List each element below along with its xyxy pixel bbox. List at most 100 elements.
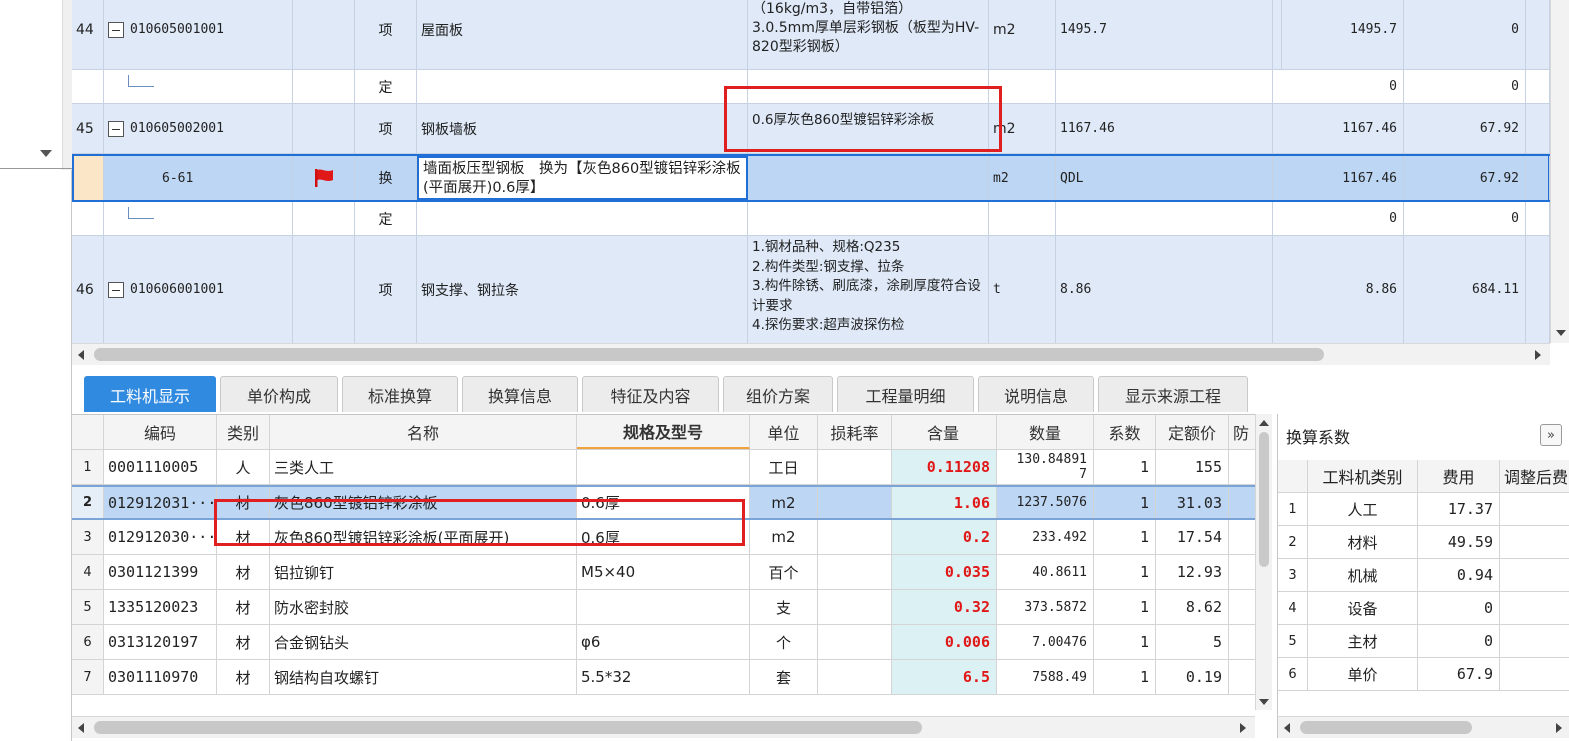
scroll-left-icon[interactable]: [78, 723, 84, 733]
resource-unit[interactable]: m2: [750, 520, 818, 554]
resource-unit[interactable]: 套: [750, 660, 818, 694]
header-category[interactable]: 类别: [217, 415, 270, 449]
resource-category[interactable]: 材: [217, 625, 270, 659]
resource-quota-price[interactable]: 5: [1156, 625, 1229, 659]
resource-content[interactable]: 0.2: [892, 520, 997, 554]
resource-name[interactable]: 三类人工: [270, 450, 577, 484]
resource-content[interactable]: 0.035: [892, 555, 997, 589]
top-grid-vertical-scrollbar[interactable]: [1550, 0, 1569, 343]
tab-labor-material-machine[interactable]: 工料机显示: [84, 376, 216, 412]
resource-quantity[interactable]: 40.8611: [997, 555, 1094, 589]
resource-quantity[interactable]: 233.492: [997, 520, 1094, 554]
table-row[interactable]: 5 主材 0: [1278, 625, 1569, 658]
item-name[interactable]: [417, 202, 748, 235]
resource-loss-rate[interactable]: [818, 625, 892, 659]
chevron-down-icon[interactable]: [40, 150, 52, 157]
table-row[interactable]: 2材料49.594: [1278, 526, 1569, 559]
scroll-left-icon[interactable]: [1284, 723, 1290, 733]
table-row[interactable]: 6 0313120197 材合金钢钻头 φ6 个 0.006 7.00476 1 5: [72, 625, 1255, 660]
resource-category[interactable]: 材: [217, 590, 270, 624]
table-row[interactable]: 定 0 0: [72, 202, 1550, 236]
tab-features-content[interactable]: 特征及内容: [582, 376, 719, 412]
left-panel-scroll-edge[interactable]: [62, 0, 72, 170]
resource-code[interactable]: 0301121399: [104, 555, 217, 589]
resource-category[interactable]: 材: [217, 555, 270, 589]
resource-quantity[interactable]: 373.5872: [997, 590, 1094, 624]
scroll-right-icon[interactable]: [1556, 723, 1562, 733]
resource-unit[interactable]: m2: [750, 487, 818, 518]
scroll-down-icon[interactable]: [1259, 699, 1269, 705]
header-quota-price[interactable]: 定额价: [1156, 415, 1229, 449]
adjusted-fee-value[interactable]: 1: [1500, 493, 1569, 525]
resource-code[interactable]: 0313120197: [104, 625, 217, 659]
resource-category[interactable]: 人工: [1308, 493, 1418, 525]
header-fee[interactable]: 费用: [1418, 460, 1500, 492]
resource-code[interactable]: 012912031···: [104, 487, 217, 518]
header-spec[interactable]: 规格及型号: [577, 415, 750, 449]
resource-spec[interactable]: [577, 450, 750, 484]
resource-content[interactable]: 1.06: [892, 487, 997, 518]
resource-loss-rate[interactable]: [818, 450, 892, 484]
resource-code[interactable]: 012912030···: [104, 520, 217, 554]
header-quantity[interactable]: 数量: [997, 415, 1094, 449]
resource-name[interactable]: 灰色860型镀铝锌彩涂板(平面展开): [270, 520, 577, 554]
resource-spec[interactable]: 0.6厚: [577, 520, 750, 554]
item-quantity-expr[interactable]: QDL: [1056, 156, 1273, 200]
table-row[interactable]: 3 012912030··· 材灰色860型镀铝锌彩涂板(平面展开) 0.6厚 m2 0.…: [72, 520, 1255, 555]
resource-unit[interactable]: 支: [750, 590, 818, 624]
item-code-cell[interactable]: 010605001001: [104, 0, 293, 69]
item-quantity-expr[interactable]: [1056, 202, 1273, 235]
resource-category[interactable]: 材: [217, 520, 270, 554]
resource-content[interactable]: 6.5: [892, 660, 997, 694]
resource-category[interactable]: 主材: [1308, 625, 1418, 657]
resource-loss-rate[interactable]: [818, 520, 892, 554]
resource-loss-rate[interactable]: [818, 555, 892, 589]
scroll-thumb[interactable]: [1259, 432, 1269, 567]
resource-code[interactable]: 0001110005: [104, 450, 217, 484]
tab-unit-price-composition[interactable]: 单价构成: [220, 376, 338, 412]
adjusted-fee-value[interactable]: [1500, 625, 1569, 657]
scroll-right-icon[interactable]: [1240, 723, 1246, 733]
fee-value[interactable]: 0: [1418, 625, 1500, 657]
resource-coefficient[interactable]: 1: [1094, 487, 1156, 518]
tab-conversion-info[interactable]: 换算信息: [462, 376, 578, 412]
resource-quota-price[interactable]: 31.03: [1156, 487, 1229, 518]
table-row[interactable]: 3机械0.940: [1278, 559, 1569, 592]
scroll-thumb[interactable]: [94, 348, 1324, 361]
header-extra[interactable]: 防: [1229, 415, 1255, 449]
table-row[interactable]: 44 010605001001 项 屋面板 （16kg/m3，自带铝箔） 3.0…: [72, 0, 1550, 70]
resource-loss-rate[interactable]: [818, 487, 892, 518]
collapse-icon[interactable]: [108, 120, 124, 137]
resource-grid-horizontal-scrollbar[interactable]: [72, 716, 1255, 738]
table-row[interactable]: 1人工17.371: [1278, 493, 1569, 526]
resource-code[interactable]: 1335120023: [104, 590, 217, 624]
resource-quota-price[interactable]: 155: [1156, 450, 1229, 484]
resource-quantity[interactable]: 1237.5076: [997, 487, 1094, 518]
header-resource-category[interactable]: 工料机类别: [1308, 460, 1418, 492]
resource-coefficient[interactable]: 1: [1094, 625, 1156, 659]
header-name[interactable]: 名称: [270, 415, 577, 449]
item-name[interactable]: 钢板墙板: [417, 104, 748, 153]
header-coefficient[interactable]: 系数: [1094, 415, 1156, 449]
resource-category[interactable]: 人: [217, 450, 270, 484]
coefficient-panel-horizontal-scrollbar[interactable]: [1277, 716, 1569, 738]
resource-category[interactable]: 材: [217, 660, 270, 694]
header-content[interactable]: 含量: [892, 415, 997, 449]
item-name[interactable]: 钢支撑、钢拉条: [417, 236, 748, 343]
resource-name[interactable]: 钢结构自攻螺钉: [270, 660, 577, 694]
resource-content[interactable]: 0.32: [892, 590, 997, 624]
item-quantity-expr[interactable]: [1056, 70, 1273, 103]
table-row[interactable]: 6单价67.96: [1278, 658, 1569, 691]
item-description[interactable]: [748, 156, 989, 200]
item-name[interactable]: 墙面板压型钢板 换为【灰色860型镀铝锌彩涂板(平面展开)0.6厚】: [417, 156, 748, 200]
resource-unit[interactable]: 个: [750, 625, 818, 659]
resource-coefficient[interactable]: 1: [1094, 450, 1156, 484]
resource-content[interactable]: 0.006: [892, 625, 997, 659]
resource-coefficient[interactable]: 1: [1094, 660, 1156, 694]
table-row[interactable]: 46 010606001001 项 钢支撑、钢拉条 1.钢材品种、规格:Q235…: [72, 236, 1550, 343]
resource-category[interactable]: 单价: [1308, 658, 1418, 690]
resource-loss-rate[interactable]: [818, 660, 892, 694]
resource-unit[interactable]: 百个: [750, 555, 818, 589]
resource-quota-price[interactable]: 17.54: [1156, 520, 1229, 554]
resource-name[interactable]: 合金钢钻头: [270, 625, 577, 659]
